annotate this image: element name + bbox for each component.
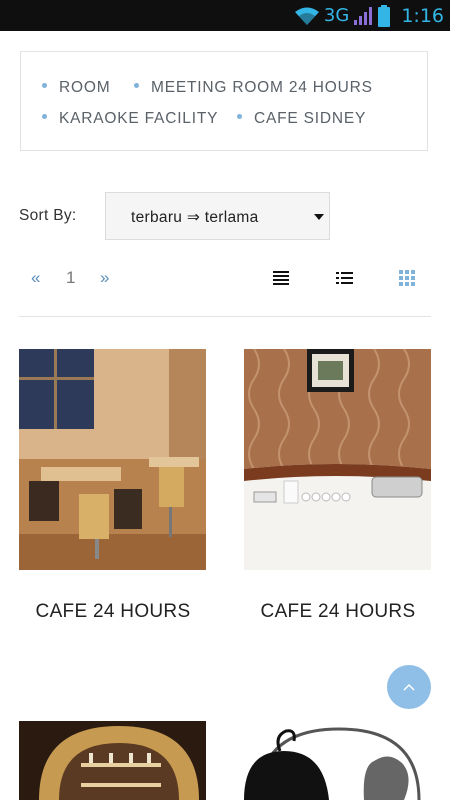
battery-icon bbox=[378, 4, 391, 27]
product-image-cafe-interior[interactable] bbox=[19, 349, 206, 570]
restaurant-logo-image bbox=[244, 721, 431, 800]
wifi-icon bbox=[294, 7, 319, 25]
category-box: ROOM MEETING ROOM 24 HOURS KARAOKE FACIL… bbox=[20, 51, 428, 151]
sort-selected-value: terbaru ⇒ terlama bbox=[131, 209, 259, 226]
product-image-logo[interactable] bbox=[244, 721, 431, 800]
product-image-coffee-station[interactable] bbox=[244, 349, 431, 570]
category-label: ROOM bbox=[59, 79, 111, 96]
category-item-meeting-room[interactable]: MEETING ROOM 24 HOURS bbox=[134, 79, 373, 97]
category-item-karaoke[interactable]: KARAOKE FACILITY bbox=[42, 110, 218, 128]
pagination-page-1[interactable]: 1 bbox=[66, 268, 75, 288]
sort-select[interactable]: terbaru ⇒ terlama bbox=[105, 192, 330, 240]
status-bar: 3G 1:16 bbox=[0, 0, 450, 31]
coffee-station-photo bbox=[244, 349, 431, 570]
grid-view-icon[interactable] bbox=[399, 270, 415, 286]
cafe-interior-photo bbox=[19, 349, 206, 570]
bullet-icon bbox=[42, 83, 47, 89]
scroll-to-top-button[interactable] bbox=[387, 665, 431, 709]
caret-down-icon bbox=[314, 214, 324, 220]
category-label: KARAOKE FACILITY bbox=[59, 110, 219, 127]
interior-arch-photo bbox=[19, 721, 206, 800]
clock: 1:16 bbox=[401, 4, 444, 27]
chevron-up-icon bbox=[403, 683, 415, 691]
pagination-prev[interactable]: « bbox=[31, 268, 40, 288]
bullet-icon bbox=[42, 114, 47, 120]
bullet-icon bbox=[237, 114, 242, 120]
pagination-next[interactable]: » bbox=[100, 268, 109, 288]
signal-icon bbox=[354, 6, 373, 25]
status-bar-right: 3G 1:16 bbox=[294, 0, 444, 31]
product-title[interactable]: CAFE 24 HOURS bbox=[244, 601, 432, 623]
network-type: 3G bbox=[323, 5, 350, 26]
category-label: MEETING ROOM 24 HOURS bbox=[151, 79, 373, 96]
list-view-icon[interactable] bbox=[273, 270, 289, 286]
bullet-icon bbox=[134, 83, 139, 89]
category-item-room[interactable]: ROOM bbox=[42, 79, 110, 97]
product-title[interactable]: CAFE 24 HOURS bbox=[19, 601, 207, 623]
category-label: CAFE SIDNEY bbox=[254, 110, 367, 127]
sort-label: Sort By: bbox=[19, 207, 77, 224]
detailed-list-icon[interactable] bbox=[336, 270, 353, 286]
divider bbox=[19, 316, 431, 317]
product-image-interior-arch[interactable] bbox=[19, 721, 206, 800]
category-item-cafe-sidney[interactable]: CAFE SIDNEY bbox=[237, 110, 366, 128]
